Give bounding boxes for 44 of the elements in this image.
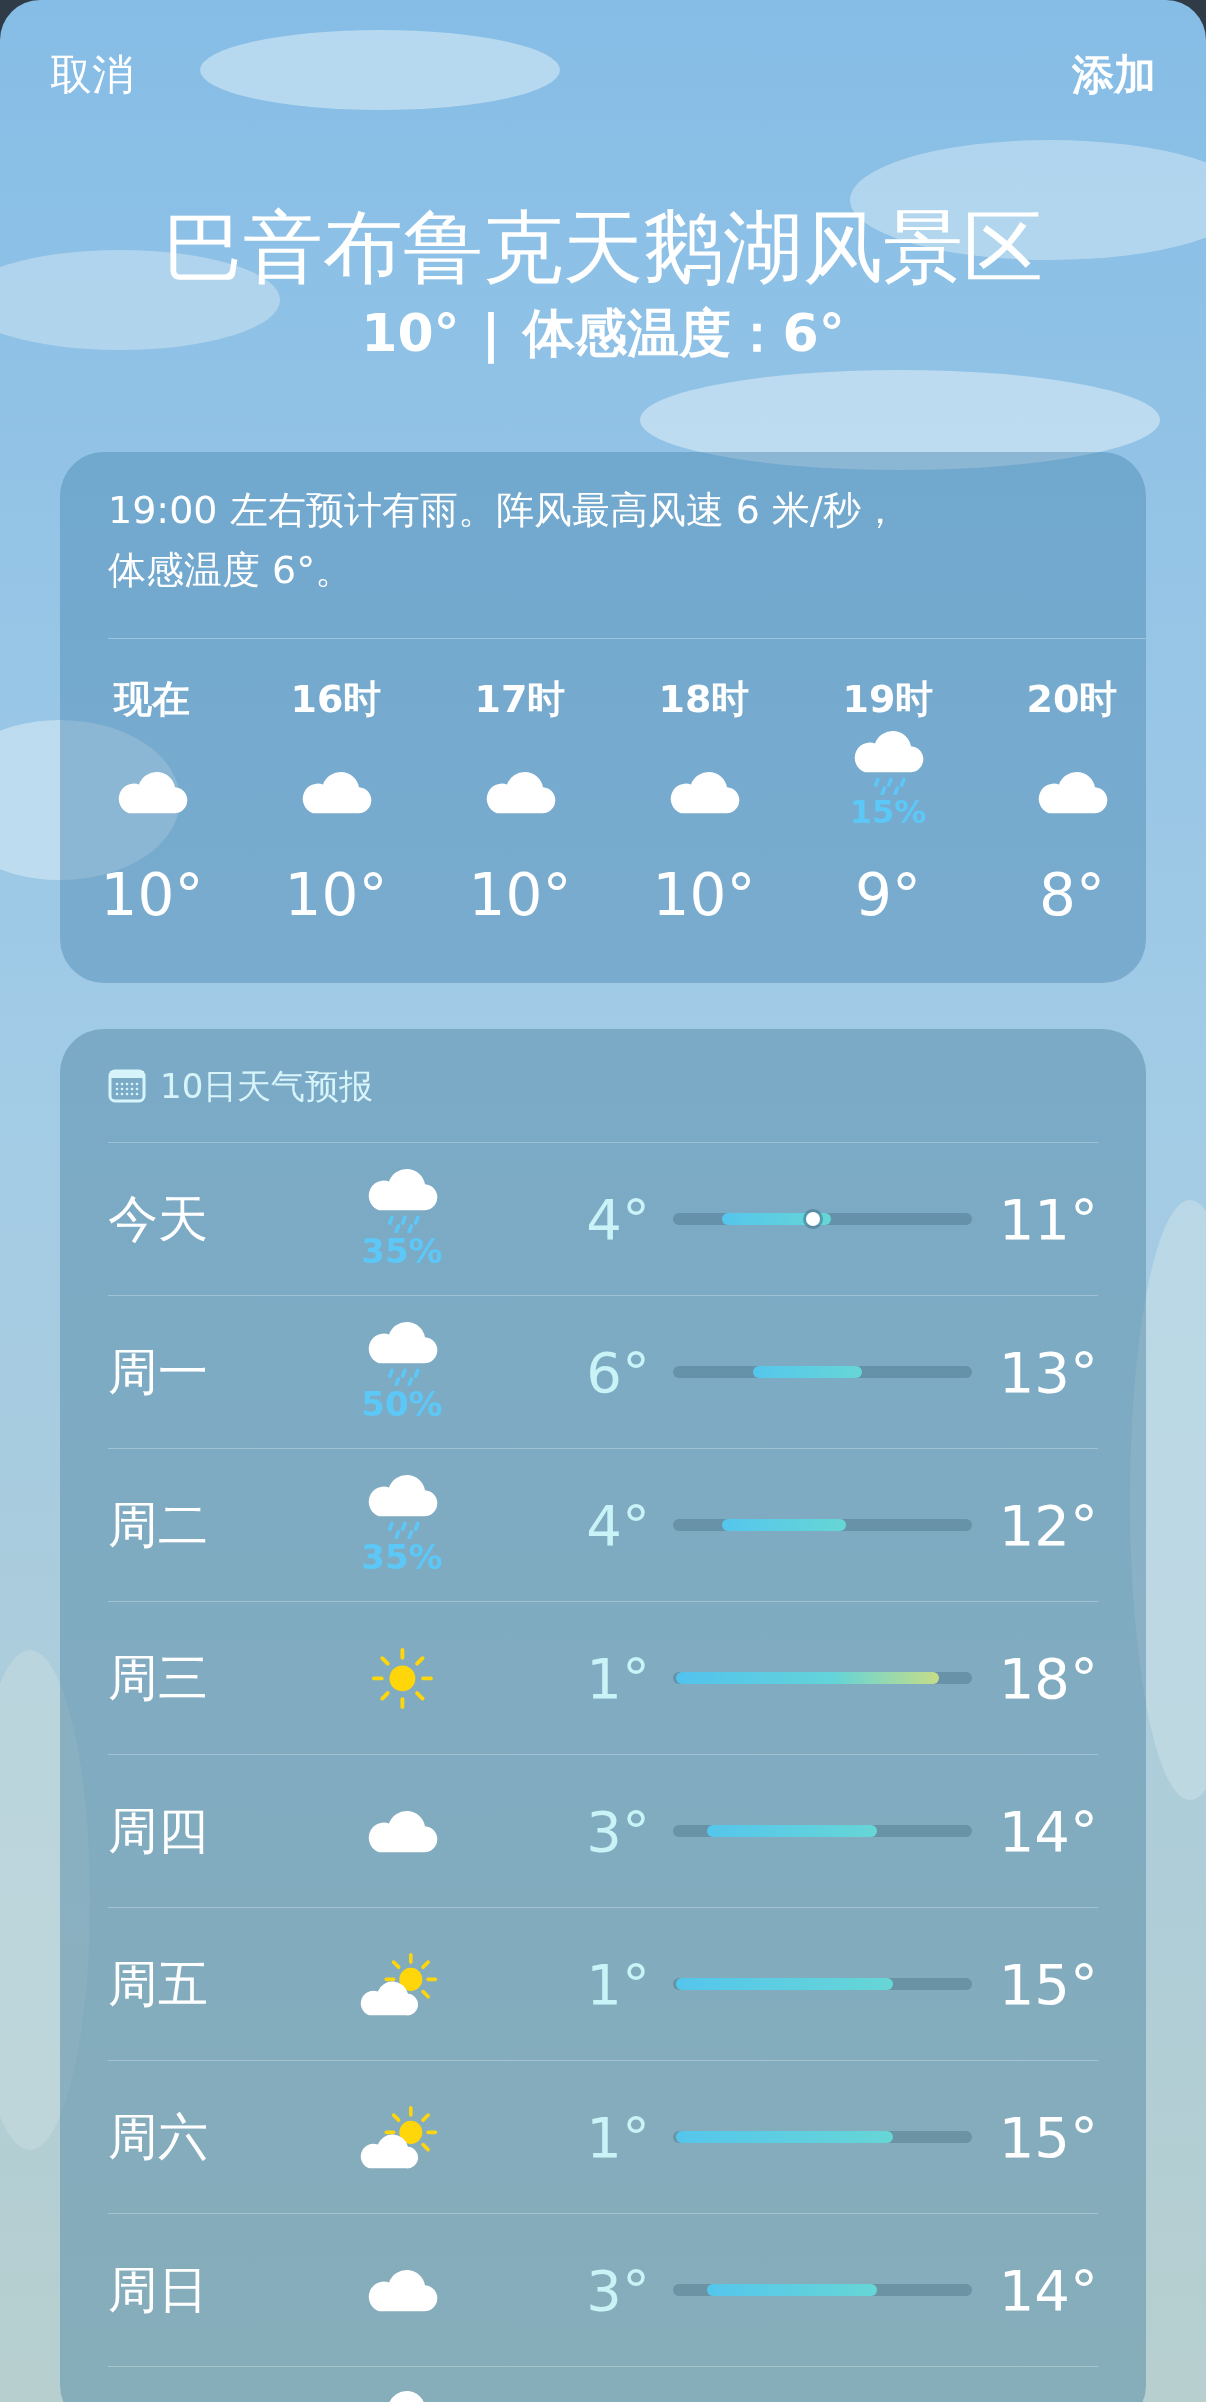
low-temperature: 4° xyxy=(585,1492,650,1558)
hour-label: 20时 xyxy=(1026,676,1118,723)
day-label: 今天 xyxy=(108,1188,209,1250)
low-temperature: 3° xyxy=(585,2257,650,2323)
high-temperature: 18° xyxy=(997,1645,1098,1711)
day-label: 周二 xyxy=(108,1494,209,1556)
forecast-summary: 19:00 左右预计有雨。阵风最高风速 6 米/秒，体感温度 6°。 xyxy=(107,487,900,594)
hour-temperature: 9° xyxy=(855,860,921,931)
low-temperature: 1° xyxy=(585,2104,650,2170)
hour-temperature: 10° xyxy=(652,860,756,931)
high-temperature: 14° xyxy=(997,1798,1098,1864)
day-label: 周一 xyxy=(108,1341,209,1403)
hour-label: 19时 xyxy=(842,676,934,723)
hour-label: 16时 xyxy=(290,676,382,723)
hour-temperature: 10° xyxy=(468,860,572,931)
low-temperature: 1° xyxy=(585,1951,650,2017)
hour-label: 18时 xyxy=(658,676,750,723)
separator: | xyxy=(481,302,501,366)
high-temperature: 15° xyxy=(997,1951,1098,2017)
low-temperature: 3° xyxy=(585,1798,650,1864)
forecast-title: 10日天气预报 xyxy=(160,1065,374,1108)
add-button[interactable]: 添加 xyxy=(1072,47,1156,103)
low-temperature: 1° xyxy=(585,1645,650,1711)
day-label: 周五 xyxy=(108,1953,209,2015)
low-temperature: 4° xyxy=(585,1186,650,1252)
hour-label: 现在 xyxy=(114,676,190,723)
hour-temperature: 8° xyxy=(1039,860,1105,931)
feels-like-temperature: 体感温度：6° xyxy=(522,302,845,365)
high-temperature: 13° xyxy=(997,1339,1098,1405)
hour-label: 17时 xyxy=(474,676,566,723)
day-label: 周六 xyxy=(108,2106,209,2168)
high-temperature: 15° xyxy=(997,2104,1098,2170)
high-temperature: 11° xyxy=(997,1186,1098,1252)
hour-temperature: 10° xyxy=(284,860,388,931)
hour-temperature: 10° xyxy=(100,860,204,931)
day-label: 周四 xyxy=(108,1800,209,1862)
cancel-button[interactable]: 取消 xyxy=(50,47,134,103)
low-temperature: 6° xyxy=(585,1339,650,1405)
current-temperature: 10° xyxy=(361,302,460,365)
high-temperature: 12° xyxy=(997,1492,1098,1558)
day-label: 周日 xyxy=(108,2259,209,2321)
high-temperature: 14° xyxy=(997,2257,1098,2323)
location-title: 巴音布鲁克天鹅湖风景区 xyxy=(163,200,1043,296)
day-label: 周三 xyxy=(108,1647,209,1709)
